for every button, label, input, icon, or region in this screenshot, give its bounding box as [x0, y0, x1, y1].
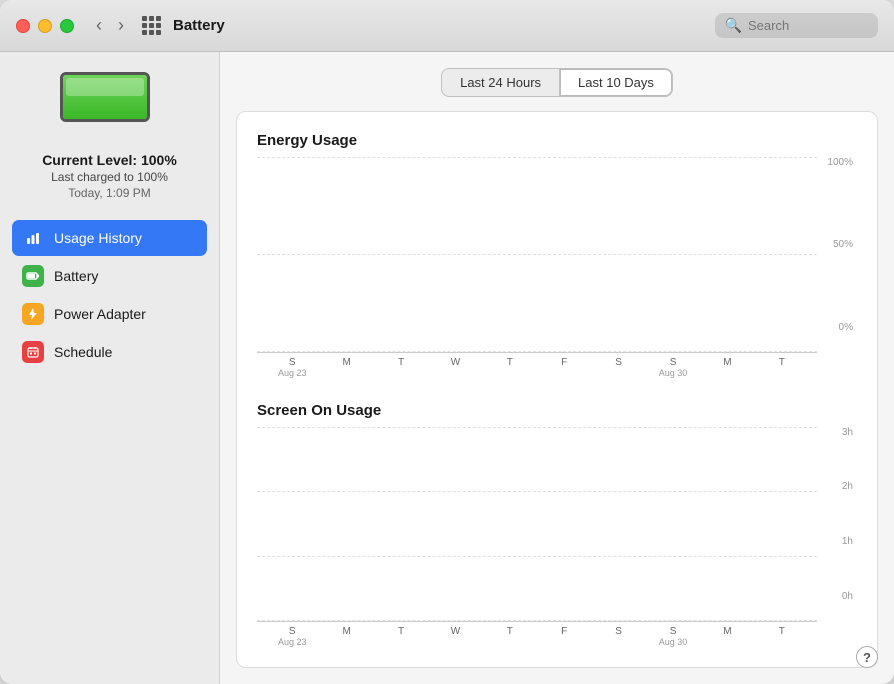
schedule-icon [22, 341, 44, 363]
power-adapter-icon [22, 303, 44, 325]
y-label-1h: 1h [842, 536, 853, 547]
screen-y-labels: 3h 2h 1h 0h [842, 427, 857, 603]
y-label-3h: 3h [842, 427, 853, 438]
sidebar-label-power-adapter: Power Adapter [54, 306, 146, 322]
energy-x-label-0: SAug 23 [267, 357, 317, 378]
search-input[interactable] [748, 18, 868, 33]
main-content: Current Level: 100% Last charged to 100%… [0, 52, 894, 684]
battery-time-text: Today, 1:09 PM [42, 186, 177, 200]
screen-chart-area: 3h 2h 1h 0h SAug 23MTWTFSSAug 30MT [257, 427, 857, 648]
battery-level-text: Current Level: 100% [42, 152, 177, 168]
battery-charged-text: Last charged to 100% [42, 170, 177, 184]
screen-chart-section: Screen On Usage [257, 402, 857, 648]
screen-x-label-7: SAug 30 [648, 626, 698, 647]
y-label-100: 100% [827, 157, 853, 168]
screen-x-label-5: F [539, 626, 589, 647]
back-button[interactable]: ‹ [90, 13, 108, 38]
sidebar-item-usage-history[interactable]: Usage History [12, 220, 207, 256]
energy-y-labels: 100% 50% 0% [827, 157, 857, 333]
energy-x-label-7: SAug 30 [648, 357, 698, 378]
screen-bars-row [257, 427, 817, 622]
traffic-lights [16, 19, 74, 33]
help-button[interactable]: ? [856, 646, 878, 668]
battery-sheen [66, 78, 144, 96]
screen-x-labels: SAug 23MTWTFSSAug 30MT [257, 622, 817, 647]
y-label-50: 50% [833, 239, 853, 250]
screen-x-label-0: SAug 23 [267, 626, 317, 647]
screen-bars-area [257, 427, 817, 623]
energy-chart-grid: 100% 50% 0% [257, 157, 857, 353]
right-panel: Last 24 Hours Last 10 Days Energy Usage [220, 52, 894, 684]
y-label-0h: 0h [842, 591, 853, 602]
energy-chart-area: 100% 50% 0% SAug 23MTWTFSSAug 30MT [257, 157, 857, 378]
sidebar: Current Level: 100% Last charged to 100%… [0, 52, 220, 684]
sidebar-item-schedule[interactable]: Schedule [12, 334, 207, 370]
window: ‹ › Battery 🔍 [0, 0, 894, 684]
sidebar-label-battery: Battery [54, 268, 98, 284]
energy-x-label-3: W [430, 357, 480, 378]
tab-bar: Last 24 Hours Last 10 Days [236, 68, 878, 97]
titlebar: ‹ › Battery 🔍 [0, 0, 894, 52]
battery-status: Current Level: 100% Last charged to 100%… [42, 152, 177, 200]
maximize-button[interactable] [60, 19, 74, 33]
screen-x-label-6: S [593, 626, 643, 647]
nav-buttons: ‹ › [90, 13, 130, 38]
forward-button[interactable]: › [112, 13, 130, 38]
energy-x-label-6: S [593, 357, 643, 378]
minimize-button[interactable] [38, 19, 52, 33]
sidebar-item-power-adapter[interactable]: Power Adapter [12, 296, 207, 332]
screen-x-label-1: M [321, 626, 371, 647]
screen-chart-title: Screen On Usage [257, 402, 857, 419]
screen-x-label-4: T [485, 626, 535, 647]
energy-x-label-2: T [376, 357, 426, 378]
screen-chart-grid: 3h 2h 1h 0h [257, 427, 857, 623]
screen-x-label-2: T [376, 626, 426, 647]
sidebar-nav: Usage History Battery [12, 220, 207, 372]
energy-x-labels: SAug 23MTWTFSSAug 30MT [257, 353, 817, 378]
energy-x-label-9: T [757, 357, 807, 378]
battery-body [60, 72, 150, 122]
sidebar-item-battery[interactable]: Battery [12, 258, 207, 294]
energy-x-label-8: M [702, 357, 752, 378]
energy-x-label-1: M [321, 357, 371, 378]
energy-chart-section: Energy Usage [257, 132, 857, 378]
y-label-0: 0% [839, 322, 853, 333]
y-label-2h: 2h [842, 481, 853, 492]
energy-bars-area [257, 157, 817, 353]
search-box[interactable]: 🔍 [715, 13, 878, 38]
sidebar-label-usage-history: Usage History [54, 230, 142, 246]
apps-grid-button[interactable] [142, 16, 161, 35]
search-icon: 🔍 [725, 17, 742, 34]
charts-container: Energy Usage [236, 111, 878, 668]
energy-x-label-5: F [539, 357, 589, 378]
tab-last-10d[interactable]: Last 10 Days [559, 68, 673, 97]
energy-chart-title: Energy Usage [257, 132, 857, 149]
battery-icon-container [60, 72, 160, 132]
screen-x-label-3: W [430, 626, 480, 647]
window-title: Battery [173, 17, 225, 34]
screen-x-label-8: M [702, 626, 752, 647]
close-button[interactable] [16, 19, 30, 33]
screen-x-label-9: T [757, 626, 807, 647]
tab-last-24h[interactable]: Last 24 Hours [441, 68, 559, 97]
usage-history-icon [22, 227, 44, 249]
sidebar-label-schedule: Schedule [54, 344, 112, 360]
energy-bars-row [257, 157, 817, 352]
battery-nav-icon [22, 265, 44, 287]
energy-x-label-4: T [485, 357, 535, 378]
